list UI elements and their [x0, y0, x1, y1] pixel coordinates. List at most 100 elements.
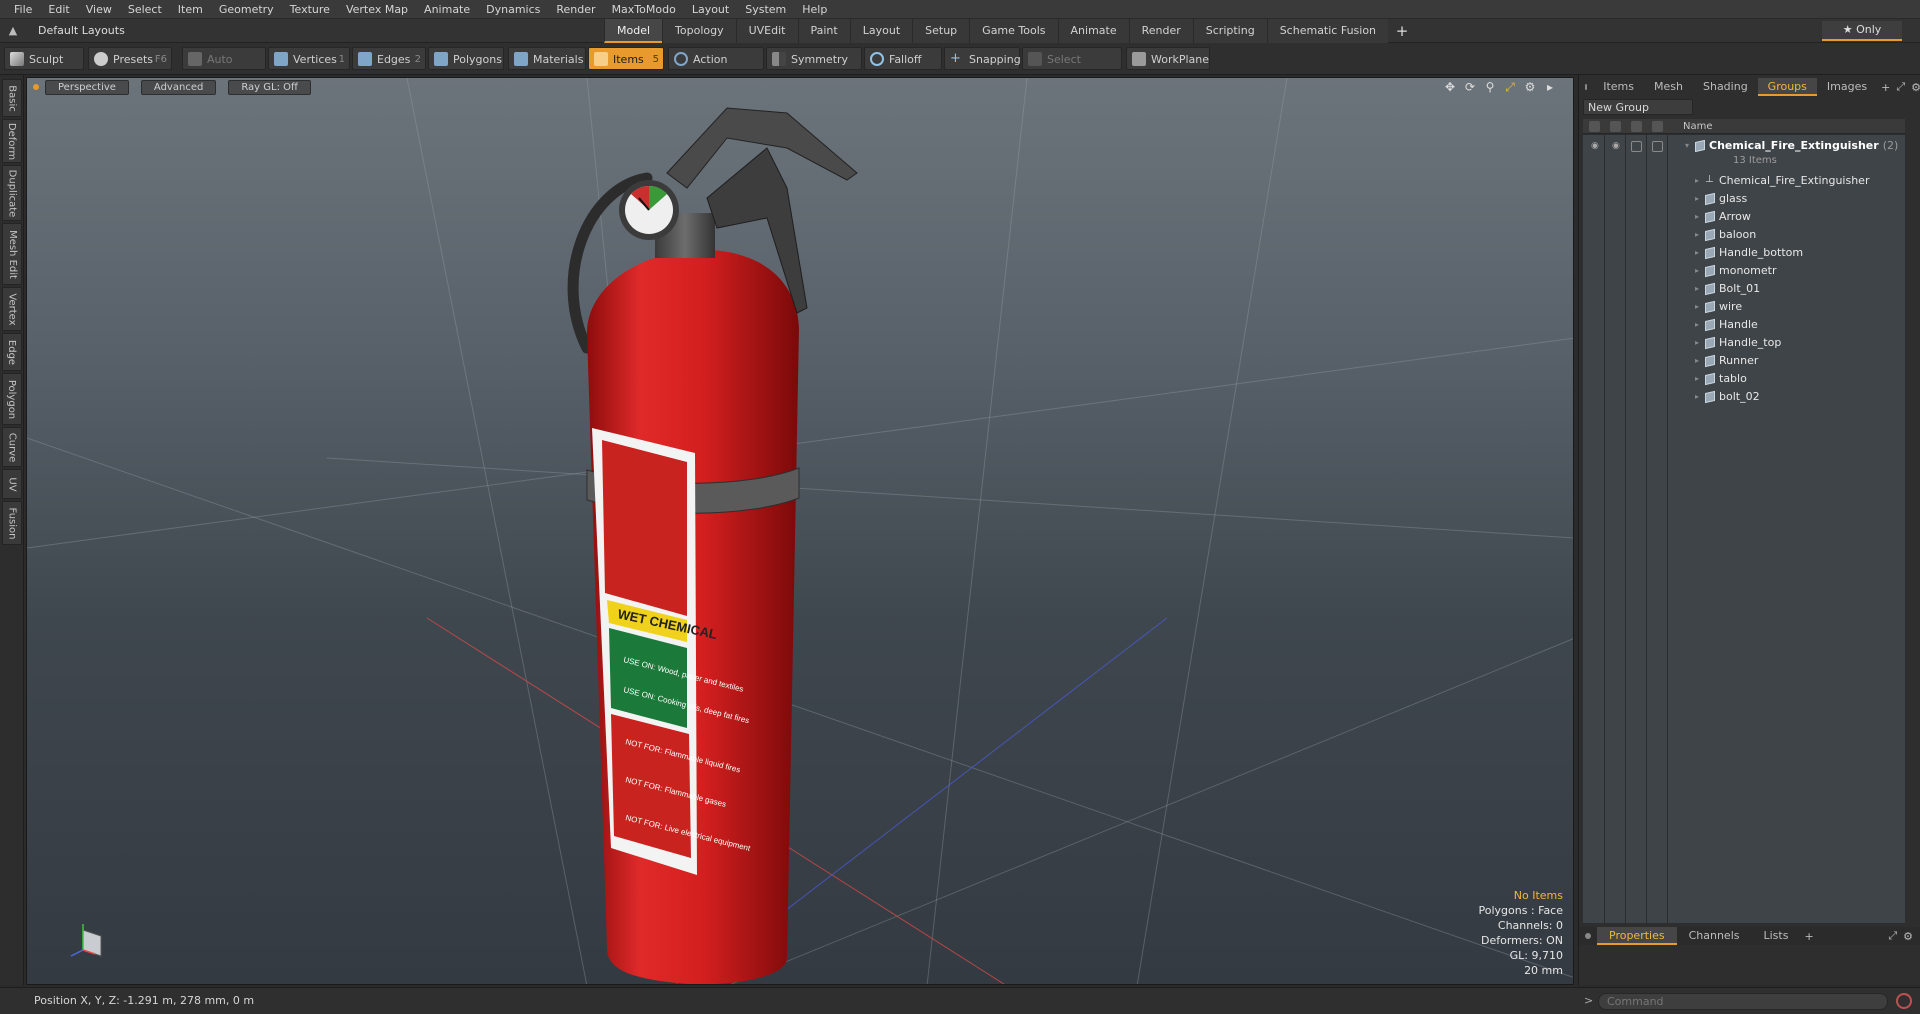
- tab-images[interactable]: Images: [1817, 78, 1877, 96]
- tool-tab-duplicate[interactable]: Duplicate: [2, 165, 22, 221]
- tool-tab-basic[interactable]: Basic: [2, 79, 22, 117]
- menu-view[interactable]: View: [78, 0, 120, 19]
- tab-model[interactable]: Model: [604, 19, 663, 43]
- viewport-menu-icon[interactable]: [33, 84, 39, 90]
- tab-channels[interactable]: Channels: [1677, 927, 1752, 945]
- tool-tab-fusion[interactable]: Fusion: [2, 501, 22, 545]
- menu-vertex-map[interactable]: Vertex Map: [338, 0, 416, 19]
- tab-shading[interactable]: Shading: [1693, 78, 1758, 96]
- menu-item[interactable]: Item: [170, 0, 211, 19]
- items-button[interactable]: Items 5: [588, 47, 664, 70]
- tab-paint[interactable]: Paint: [797, 19, 850, 43]
- action-center-button[interactable]: Action Center: [668, 47, 764, 89]
- menu-geometry[interactable]: Geometry: [211, 0, 282, 19]
- presets-button[interactable]: Presets F6: [88, 47, 172, 70]
- rotate-icon[interactable]: ⟳: [1463, 80, 1477, 94]
- tool-tab-curve[interactable]: Curve: [2, 427, 22, 467]
- list-item[interactable]: ▸ Arrow: [1583, 208, 1905, 226]
- menu-maxtomodo[interactable]: MaxToModo: [604, 0, 684, 19]
- tab-uvedit[interactable]: UVEdit: [735, 19, 798, 43]
- tab-groups[interactable]: Groups: [1757, 78, 1817, 96]
- workplane-button[interactable]: WorkPlane: [1126, 47, 1210, 70]
- tool-tab-uv[interactable]: UV: [2, 469, 22, 499]
- properties-menu-icon[interactable]: [1585, 933, 1591, 939]
- properties-settings-icon[interactable]: ⚙: [1903, 930, 1913, 943]
- materials-button[interactable]: Materials: [508, 47, 586, 70]
- polygons-button[interactable]: Polygons: [428, 47, 504, 70]
- menu-edit[interactable]: Edit: [40, 0, 77, 19]
- snapping-button[interactable]: + Snapping: [944, 47, 1021, 70]
- add-tab-icon[interactable]: +: [1388, 19, 1416, 43]
- tool-tab-vertex[interactable]: Vertex: [2, 287, 22, 331]
- settings-icon[interactable]: ⚙: [1523, 80, 1537, 94]
- tab-render[interactable]: Render: [1128, 19, 1193, 43]
- add-panel-tab-icon[interactable]: +: [1881, 81, 1890, 94]
- command-input[interactable]: [1598, 993, 1888, 1010]
- add-properties-tab-icon[interactable]: +: [1804, 930, 1813, 943]
- fit-icon[interactable]: ⤢: [1503, 80, 1517, 94]
- select-checkbox[interactable]: [1652, 141, 1663, 152]
- tab-setup[interactable]: Setup: [912, 19, 970, 43]
- menu-layout[interactable]: Layout: [684, 0, 737, 19]
- record-icon[interactable]: [1896, 993, 1912, 1009]
- menu-texture[interactable]: Texture: [282, 0, 338, 19]
- list-item[interactable]: ▸ bolt_02: [1583, 388, 1905, 406]
- panel-menu-icon[interactable]: [1585, 84, 1588, 90]
- edges-button[interactable]: Edges 2: [352, 47, 426, 70]
- tab-schematic-fusion[interactable]: Schematic Fusion: [1266, 19, 1389, 43]
- visibility-eye-icon[interactable]: ◉: [1591, 141, 1603, 151]
- list-item[interactable]: ▸ Runner: [1583, 352, 1905, 370]
- panel-settings-icon[interactable]: ⚙: [1911, 81, 1920, 94]
- menu-help[interactable]: Help: [794, 0, 835, 19]
- name-column-header[interactable]: Name: [1683, 119, 1713, 134]
- group-row-root[interactable]: ◉ ◉ ▾ Chemical_Fire_Extinguisher (2): [1583, 137, 1905, 155]
- layout-selector[interactable]: Default Layouts ▾: [26, 19, 126, 61]
- tab-properties[interactable]: Properties: [1597, 927, 1677, 945]
- list-item[interactable]: ▸ Handle_top: [1583, 334, 1905, 352]
- only-button[interactable]: ★ Only: [1822, 21, 1902, 41]
- tool-tab-deform[interactable]: Deform: [2, 119, 22, 163]
- 3d-viewport[interactable]: WET CHEMICAL USE ON: Wood, paper and tex…: [26, 77, 1574, 985]
- maximize-panel-icon[interactable]: ⤢: [1896, 80, 1905, 94]
- list-item[interactable]: ▸ Handle: [1583, 316, 1905, 334]
- list-item[interactable]: ▸ monometr: [1583, 262, 1905, 280]
- list-item[interactable]: ▸ baloon: [1583, 226, 1905, 244]
- list-item[interactable]: ▸ tablo: [1583, 370, 1905, 388]
- menu-file[interactable]: File: [6, 0, 40, 19]
- tool-tab-mesh-edit[interactable]: Mesh Edit: [2, 223, 22, 285]
- select-column-icon[interactable]: [1652, 121, 1663, 132]
- tab-lists[interactable]: Lists: [1752, 927, 1801, 945]
- symmetry-button[interactable]: Symmetry: [766, 47, 862, 70]
- tab-items[interactable]: Items: [1593, 78, 1644, 96]
- collapse-icon[interactable]: ▲: [0, 19, 26, 43]
- raygl-button[interactable]: Ray GL: Off: [228, 79, 311, 95]
- menu-animate[interactable]: Animate: [416, 0, 478, 19]
- vertices-button[interactable]: Vertices 1: [268, 47, 350, 70]
- list-item[interactable]: ▸ Handle_bottom: [1583, 244, 1905, 262]
- list-item[interactable]: ▸ ⊥ Chemical_Fire_Extinguisher: [1583, 172, 1905, 190]
- sculpt-button[interactable]: Sculpt: [4, 47, 84, 70]
- tab-mesh[interactable]: Mesh ...: [1644, 78, 1693, 111]
- tab-layout[interactable]: Layout: [849, 19, 913, 43]
- menu-dynamics[interactable]: Dynamics: [478, 0, 548, 19]
- expand-arrow-icon[interactable]: ▸: [1543, 80, 1557, 94]
- visibility-column-icon[interactable]: [1589, 121, 1600, 132]
- new-group-button[interactable]: New Group: [1583, 99, 1693, 115]
- list-item[interactable]: ▸ glass: [1583, 190, 1905, 208]
- render-eye-icon[interactable]: ◉: [1612, 141, 1624, 151]
- menu-select[interactable]: Select: [120, 0, 170, 19]
- auto-select-button[interactable]: Auto Select: [182, 47, 266, 89]
- menu-render[interactable]: Render: [548, 0, 603, 19]
- menu-system[interactable]: System: [737, 0, 794, 19]
- shading-mode-button[interactable]: Advanced: [140, 79, 217, 95]
- falloff-button[interactable]: Falloff: [864, 47, 942, 70]
- tab-animate[interactable]: Animate: [1057, 19, 1129, 43]
- tab-scripting[interactable]: Scripting: [1192, 19, 1267, 43]
- view-type-button[interactable]: Perspective: [45, 79, 129, 95]
- lock-column-icon[interactable]: [1631, 121, 1642, 132]
- tool-tab-edge[interactable]: Edge: [2, 333, 22, 371]
- list-item[interactable]: ▸ wire: [1583, 298, 1905, 316]
- pan-icon[interactable]: ✥: [1443, 80, 1457, 94]
- maximize-properties-icon[interactable]: ⤢: [1888, 929, 1897, 943]
- expand-arrow-icon[interactable]: ▾: [1685, 137, 1689, 155]
